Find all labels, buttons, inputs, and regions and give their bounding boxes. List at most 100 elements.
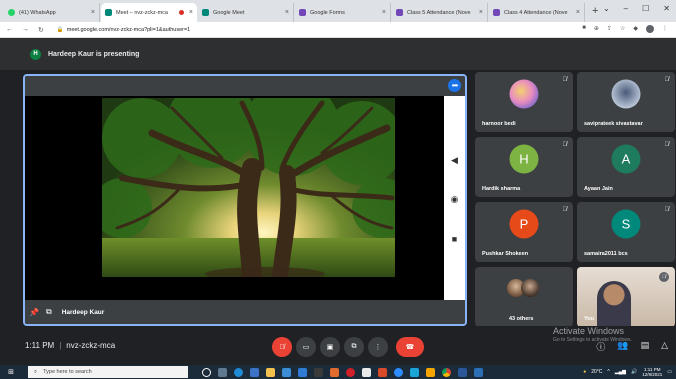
forms-icon xyxy=(493,9,500,16)
presenting-text: Hardeep Kaur is presenting xyxy=(48,50,140,58)
media-icon[interactable] xyxy=(314,367,323,377)
info-icon[interactable]: ⓘ xyxy=(596,340,605,353)
stage-header xyxy=(25,76,465,96)
new-tab-button[interactable]: + xyxy=(592,5,598,17)
app-icon[interactable] xyxy=(330,367,339,377)
clock[interactable]: 1:11 PM 12/9/2021 xyxy=(642,367,662,378)
extensions-icon[interactable]: ◆ xyxy=(633,25,638,33)
tab-class5-attendance[interactable]: Class 5 Attendance (Nove × xyxy=(392,3,488,22)
presenter-avatar: H xyxy=(30,48,41,60)
leave-call-button[interactable]: ☎ xyxy=(396,337,424,357)
app-icon[interactable] xyxy=(474,367,483,377)
tab-class4-attendance[interactable]: Class 4 Attendance (Nove × xyxy=(489,3,585,22)
tab-google-forms[interactable]: Google Forms × xyxy=(295,3,391,22)
share-icon[interactable]: ⇪ xyxy=(607,25,612,33)
mic-off-icon: 🎙̸ xyxy=(659,272,669,282)
app-icon[interactable] xyxy=(426,367,435,377)
close-icon[interactable]: × xyxy=(576,9,580,16)
word-icon[interactable] xyxy=(458,367,467,377)
self-video xyxy=(597,281,631,327)
file-explorer-icon[interactable] xyxy=(266,367,275,377)
zoom-app-icon[interactable] xyxy=(394,367,403,377)
close-icon[interactable]: × xyxy=(479,9,483,16)
present-screen-icon: ⧉ xyxy=(45,307,52,316)
menu-icon[interactable]: ⋮ xyxy=(662,25,668,33)
minimize-button[interactable]: – xyxy=(624,4,628,13)
chat-icon[interactable]: ▤ xyxy=(641,340,650,353)
store-icon[interactable] xyxy=(250,367,259,377)
separator: | xyxy=(59,341,62,350)
participant-tile[interactable]: 🎙̸ H Hardik sharma xyxy=(475,137,573,197)
star-icon[interactable]: ☆ xyxy=(620,25,625,33)
people-icon[interactable]: 👥 xyxy=(617,340,628,353)
tree-image xyxy=(102,98,395,277)
profile-avatar[interactable] xyxy=(646,25,654,33)
participant-tile[interactable]: 🎙̸ P Pushkar Shokeen xyxy=(475,202,573,262)
participant-name: samaira2011 bcs xyxy=(584,251,628,257)
app-icon[interactable] xyxy=(410,367,419,377)
camera-icon[interactable]: ■ xyxy=(582,25,586,33)
captions-icon: ▣ xyxy=(326,344,334,351)
more-options-button[interactable]: ⋮ xyxy=(368,337,388,357)
present-button[interactable]: ⧉ xyxy=(344,337,364,357)
participant-tile[interactable]: 🎙̸ S samaira2011 bcs xyxy=(577,202,675,262)
tab-whatsapp[interactable]: (41) WhatsApp × xyxy=(4,3,100,22)
previous-arrow-icon[interactable]: ◀ xyxy=(451,155,458,166)
tab-strip: (41) WhatsApp × Meet – nvz-zckz-mca × Go… xyxy=(0,0,676,22)
back-icon[interactable]: ← xyxy=(6,26,13,33)
mic-toggle-button[interactable]: 🎙̸ xyxy=(272,337,292,357)
pin-icon[interactable]: 📌 xyxy=(29,308,39,317)
record-dot-icon[interactable]: ◉ xyxy=(451,194,459,205)
photos-icon[interactable] xyxy=(298,367,307,377)
tray-arrow-icon[interactable]: ^ xyxy=(607,369,609,375)
close-icon[interactable]: × xyxy=(285,9,289,16)
maximize-button[interactable]: ☐ xyxy=(642,4,649,13)
participant-name: Hardik sharma xyxy=(482,186,521,192)
mic-off-icon: 🎙̸ xyxy=(562,77,568,83)
windows-start-icon[interactable]: ⊞ xyxy=(4,365,18,379)
camera-toggle-button[interactable]: ▭ xyxy=(296,337,316,357)
more-options-button[interactable]: ••• xyxy=(448,79,461,92)
tab-title: Google Forms xyxy=(310,9,345,16)
app-icon[interactable] xyxy=(378,367,387,377)
volume-icon[interactable]: 🔊 xyxy=(631,369,637,375)
network-icon[interactable]: ▂▄▆ xyxy=(615,369,626,375)
stop-square-icon[interactable]: ■ xyxy=(452,234,457,244)
reload-icon[interactable]: ↻ xyxy=(38,26,44,34)
forward-icon[interactable]: → xyxy=(22,26,29,33)
taskbar-apps xyxy=(202,367,483,377)
participant-tile[interactable]: 🎙̸ A Ayaan Jain xyxy=(577,137,675,197)
close-icon[interactable]: × xyxy=(189,9,193,16)
tab-google-meet[interactable]: Google Meet × xyxy=(198,3,294,22)
search-icon: ⌕ xyxy=(34,368,38,375)
others-tile[interactable]: 43 others xyxy=(475,267,573,327)
participant-tile[interactable]: 🎙̸ saviprateek sivastavar xyxy=(577,72,675,132)
tab-title: Google Meet xyxy=(213,9,245,16)
lock-icon: 🔒 xyxy=(56,26,64,33)
edge-icon[interactable] xyxy=(234,367,243,377)
close-window-button[interactable]: ✕ xyxy=(663,4,670,13)
presentation-stage[interactable]: ••• ◀ ◉ ■ 📌 ⧉ Hardeep Kaur xyxy=(23,74,467,326)
close-icon[interactable]: × xyxy=(382,9,386,16)
self-view-tile[interactable]: 🎙̸ You xyxy=(577,267,675,327)
task-view-icon[interactable] xyxy=(218,367,227,377)
cortana-icon[interactable] xyxy=(202,367,211,377)
opera-icon[interactable] xyxy=(346,367,355,377)
url-field[interactable]: 🔒 meet.google.com/nvz-zckz-mca?pli=1&auth… xyxy=(57,27,190,33)
tab-search-icon[interactable]: ⌄ xyxy=(603,4,610,13)
taskbar-search[interactable]: ⌕ Type here to search xyxy=(28,366,188,378)
mail-icon[interactable] xyxy=(282,367,291,377)
meet-icon xyxy=(202,9,209,16)
activities-icon[interactable]: △ xyxy=(661,340,668,353)
notepad-icon[interactable] xyxy=(362,367,371,377)
close-icon[interactable]: × xyxy=(91,9,95,16)
chrome-icon[interactable] xyxy=(442,367,451,377)
zoom-icon[interactable]: ⊕ xyxy=(594,25,599,33)
participant-tile[interactable]: 🎙̸ harnoor bedi xyxy=(475,72,573,132)
notification-icon[interactable]: ▭ xyxy=(667,369,672,375)
hang-up-icon: ☎ xyxy=(405,344,415,351)
tab-meet[interactable]: Meet – nvz-zckz-mca × xyxy=(101,3,197,22)
participant-name: saviprateek sivastavar xyxy=(584,121,643,127)
captions-button[interactable]: ▣ xyxy=(320,337,340,357)
weather-temp[interactable]: 20°C xyxy=(591,369,602,375)
